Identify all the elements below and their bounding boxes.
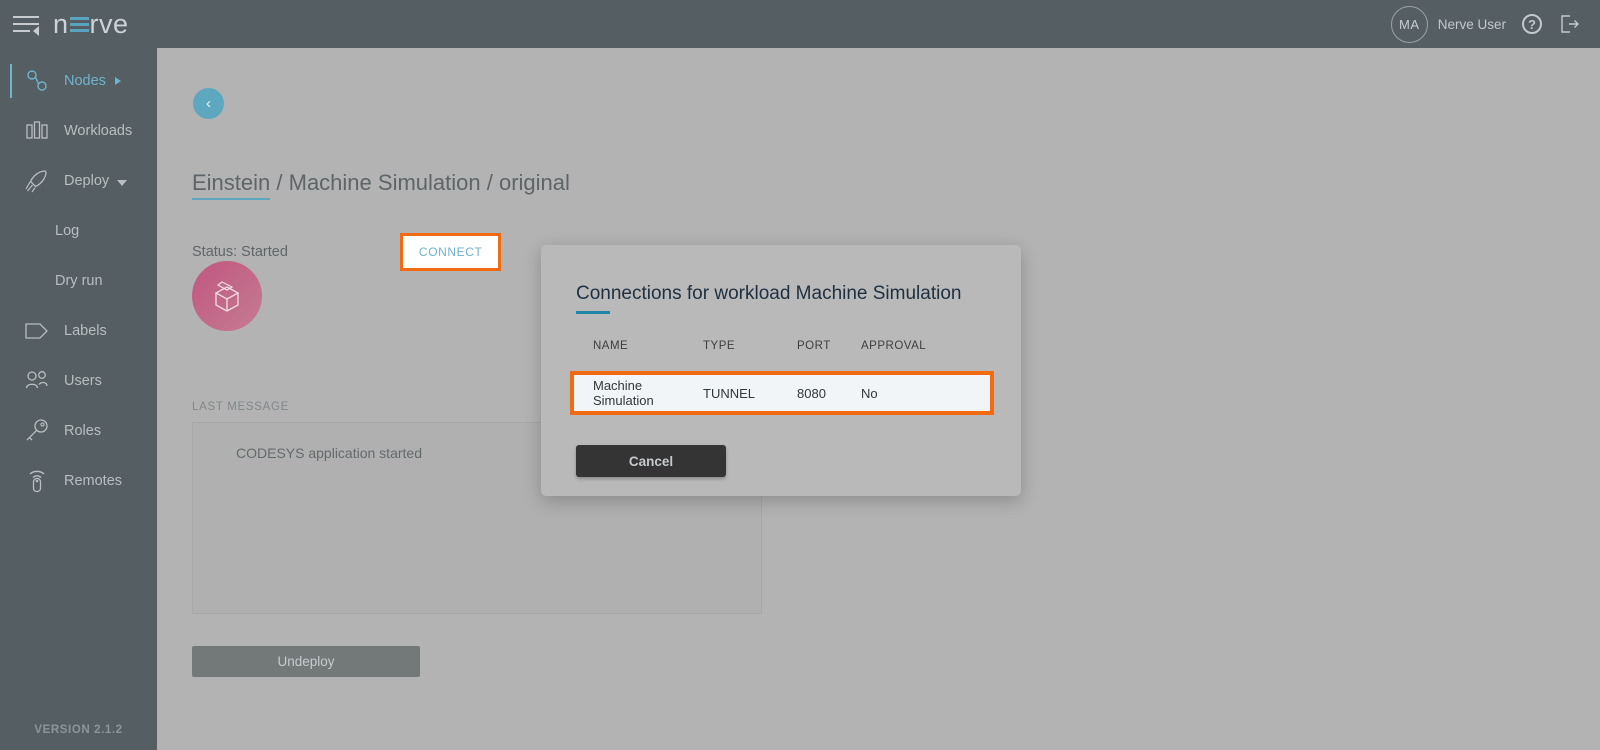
sidebar-item-label: Labels — [64, 323, 107, 339]
sidebar-item-roles[interactable]: Roles — [0, 406, 157, 456]
sidebar-item-workloads[interactable]: Workloads — [0, 106, 157, 156]
label-tag-icon — [22, 316, 52, 346]
version-label: VERSION 2.1.2 — [0, 724, 157, 736]
nodes-icon — [22, 66, 52, 96]
header-right-group: MA Nerve User ? — [1391, 6, 1580, 43]
chevron-right-icon — [115, 77, 121, 85]
remotes-icon — [22, 466, 52, 496]
sidebar-item-nodes[interactable]: Nodes — [0, 56, 157, 106]
logout-icon[interactable] — [1558, 13, 1580, 35]
avatar[interactable]: MA — [1391, 6, 1428, 43]
connect-button[interactable]: CONNECT — [403, 236, 499, 268]
modal-title: Connections for workload Machine Simulat… — [576, 283, 961, 305]
connect-annotation-box: CONNECT — [400, 233, 502, 271]
undeploy-button[interactable]: Undeploy — [192, 646, 420, 677]
sidebar-item-label: Log — [55, 223, 79, 239]
hamburger-collapse-icon[interactable] — [13, 13, 39, 35]
cell-approval: No — [861, 386, 878, 401]
workloads-icon — [22, 116, 52, 146]
sidebar-item-labels[interactable]: Labels — [0, 306, 157, 356]
breadcrumb-version[interactable]: original — [499, 170, 570, 195]
connections-modal: Connections for workload Machine Simulat… — [541, 245, 1021, 496]
sidebar-item-label: Remotes — [64, 473, 122, 489]
sidebar-item-log[interactable]: Log — [0, 206, 157, 256]
modal-title-underline — [576, 311, 610, 314]
sidebar-item-users[interactable]: Users — [0, 356, 157, 406]
sidebar-item-label: Roles — [64, 423, 101, 439]
nerve-logo: n rve — [53, 9, 129, 40]
sidebar-item-dry-run[interactable]: Dry run — [0, 256, 157, 306]
column-header-type: TYPE — [703, 340, 797, 366]
back-button[interactable]: ‹ — [193, 88, 224, 119]
breadcrumb-sep-1: / — [270, 170, 288, 195]
breadcrumb-node[interactable]: Einstein — [192, 170, 270, 200]
column-header-approval: APPROVAL — [861, 340, 988, 366]
username-label: Nerve User — [1438, 17, 1506, 32]
chevron-down-icon — [117, 180, 127, 186]
sidebar-item-label: Nodes — [64, 73, 106, 89]
column-header-name: NAME — [576, 340, 703, 366]
sidebar-item-label: Deploy — [64, 173, 109, 189]
cell-name: Machine Simulation — [576, 378, 703, 408]
codesys-package-icon — [192, 261, 262, 331]
sidebar-item-deploy[interactable]: Deploy — [0, 156, 157, 206]
column-header-port: PORT — [797, 340, 861, 366]
help-icon[interactable]: ? — [1522, 14, 1542, 34]
last-message-label: LAST MESSAGE — [192, 401, 289, 413]
deploy-rocket-icon — [22, 166, 52, 196]
sidebar-item-label: Workloads — [64, 123, 132, 139]
top-header: n rve MA Nerve User ? — [0, 0, 1600, 48]
breadcrumb-workload[interactable]: Machine Simulation — [289, 170, 481, 195]
logo-e-icon — [70, 14, 89, 34]
breadcrumb-sep-2: / — [481, 170, 499, 195]
cancel-button[interactable]: Cancel — [576, 445, 726, 477]
users-icon — [22, 366, 52, 396]
cell-type: TUNNEL — [703, 386, 797, 401]
sidebar-item-remotes[interactable]: Remotes — [0, 456, 157, 506]
table-row[interactable]: Machine Simulation TUNNEL 8080 No — [576, 377, 988, 409]
table-header-row: NAME TYPE PORT APPROVAL — [576, 340, 988, 366]
sidebar-item-label: Users — [64, 373, 102, 389]
connections-table: NAME TYPE PORT APPROVAL — [576, 340, 988, 366]
roles-key-icon — [22, 416, 52, 446]
logo-text-suffix: rve — [90, 9, 129, 40]
breadcrumb: Einstein / Machine Simulation / original — [192, 170, 570, 196]
logo-text-prefix: n — [53, 9, 69, 40]
status-label: Status: Started — [192, 244, 288, 260]
cell-port: 8080 — [797, 386, 861, 401]
sidebar: Nodes Workloads Deploy — [0, 48, 157, 750]
sidebar-item-label: Dry run — [55, 273, 103, 289]
app-root: n rve MA Nerve User ? — [0, 0, 1600, 750]
